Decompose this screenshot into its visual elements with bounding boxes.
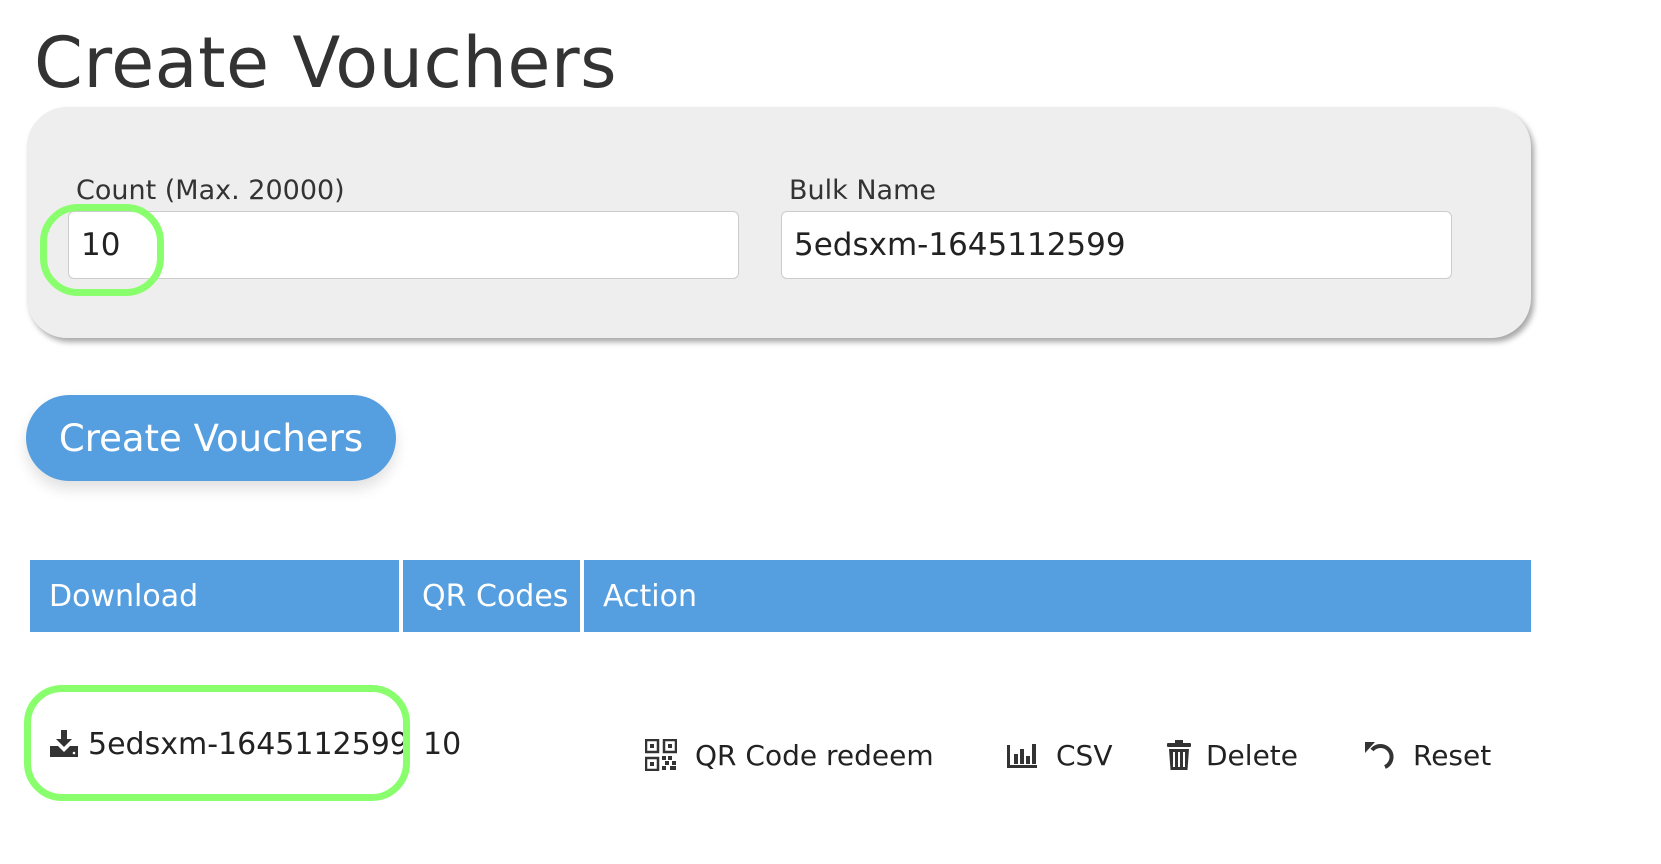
qr-codes-count: 10 [423,726,462,762]
reset-button[interactable]: Reset [1363,733,1491,777]
count-label: Count (Max. 20000) [76,175,345,206]
download-link-label: 5edsxm-1645112599 [88,726,409,762]
download-icon [48,729,80,759]
vouchers-table-header: Download QR Codes Action [30,560,1531,632]
qr-code-redeem-label: QR Code redeem [695,738,934,772]
reset-label: Reset [1413,738,1492,772]
delete-label: Delete [1206,738,1298,772]
qr-code-redeem-button[interactable]: QR Code redeem [645,733,934,777]
bulk-name-input[interactable] [781,211,1452,279]
bar-chart-icon [1006,741,1038,769]
undo-icon [1363,739,1395,771]
trash-icon [1166,739,1192,771]
header-qr-codes: QR Codes [403,560,580,632]
download-link[interactable]: 5edsxm-1645112599 [48,722,409,766]
header-action: Action [584,560,1531,632]
create-vouchers-button[interactable]: Create Vouchers [26,395,396,481]
csv-button[interactable]: CSV [1006,733,1112,777]
bulk-name-label: Bulk Name [789,175,937,206]
delete-button[interactable]: Delete [1166,733,1298,777]
page-title: Create Vouchers [34,22,618,104]
count-input[interactable] [68,211,739,279]
header-download: Download [30,560,399,632]
csv-label: CSV [1056,738,1113,772]
voucher-form-panel: Count (Max. 20000) Bulk Name [27,107,1531,338]
qrcode-icon [645,739,677,771]
